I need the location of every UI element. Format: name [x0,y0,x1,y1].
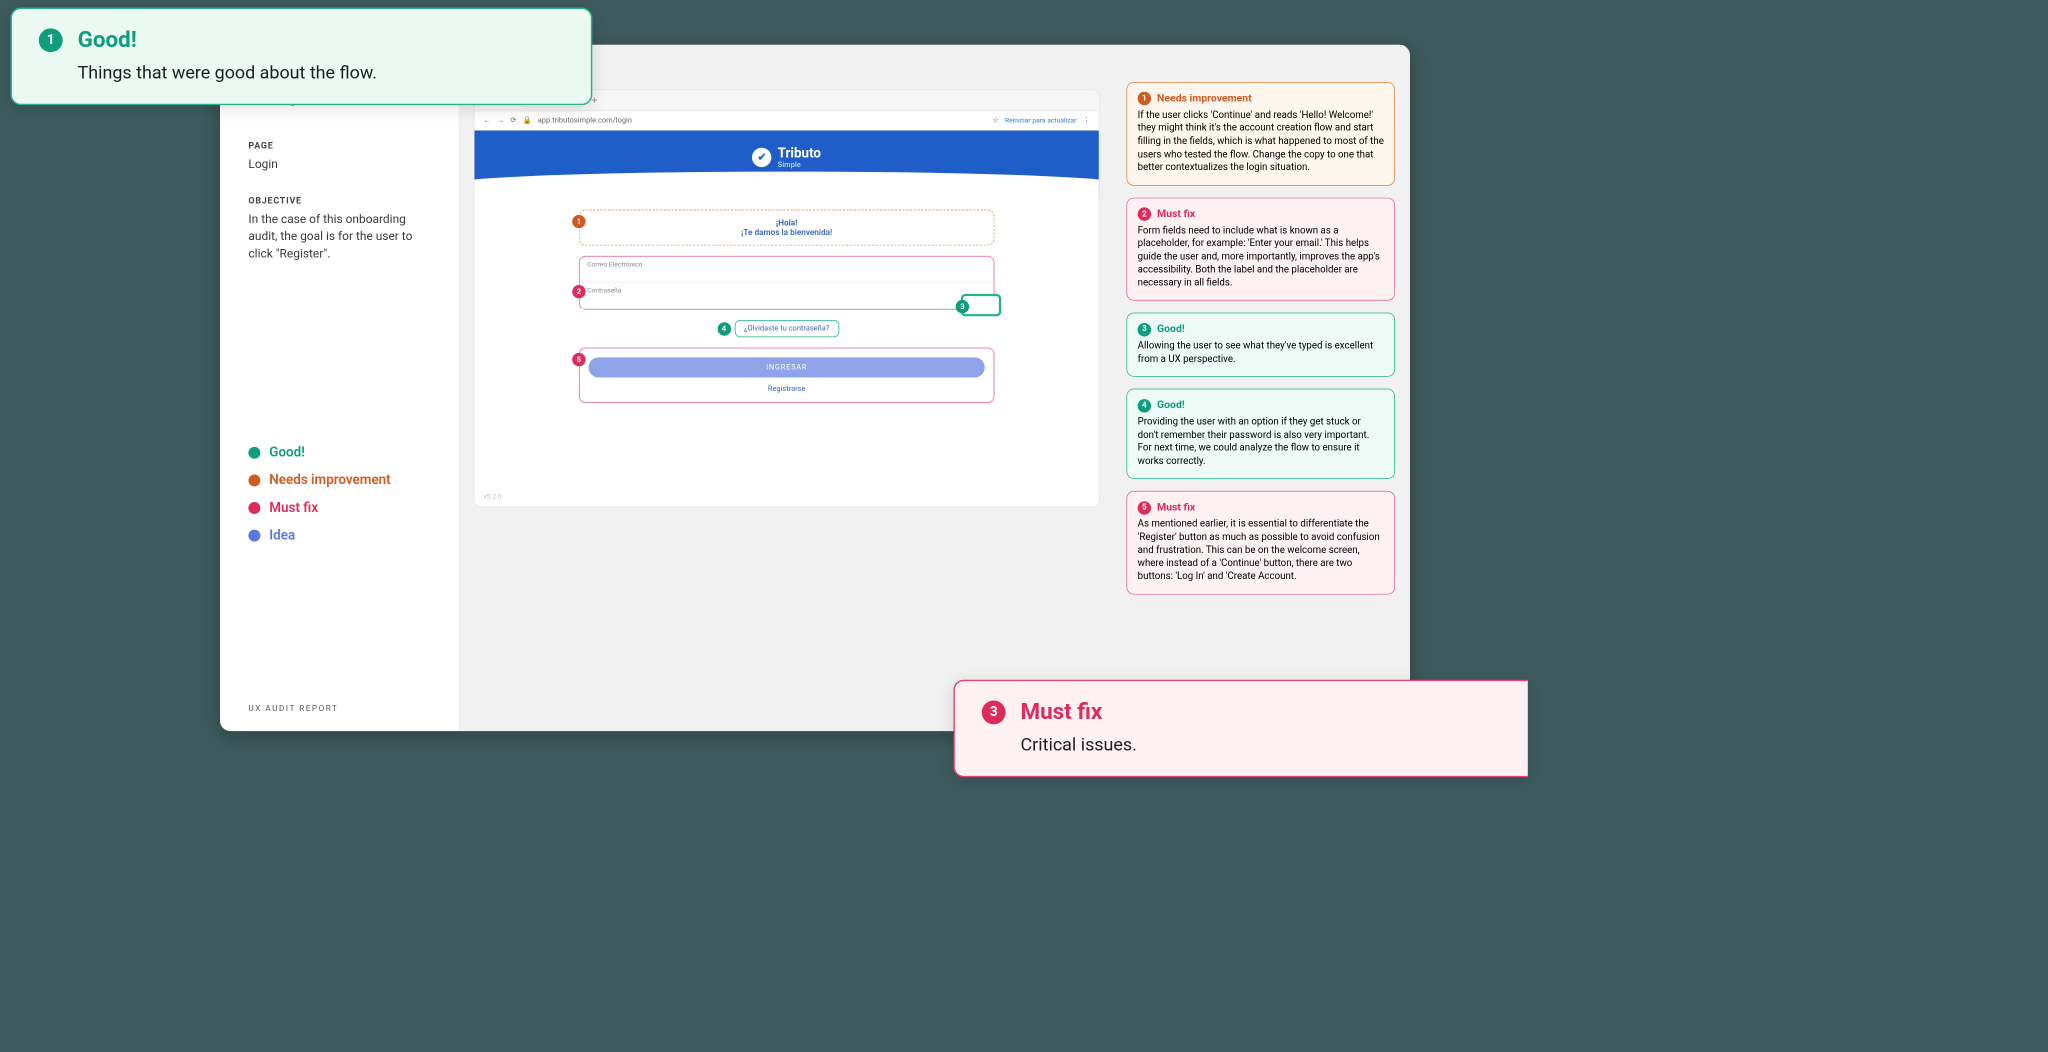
pin-1-icon: 1 [572,215,585,228]
note-1-num-icon: 1 [1138,92,1151,105]
pin-3-icon: 3 [956,300,969,313]
note-5-num-icon: 5 [1138,501,1151,514]
audit-document: UX/UI Audit Page Login Objective In the … [220,45,1410,731]
note-2-body: Form fields need to include what is know… [1138,224,1384,289]
new-tab-icon[interactable]: + [592,94,598,106]
legend-must: Must fix [248,500,436,516]
browser-screenshot: Tributo Simple + ← → ⟳ 🔒 app.tributosimp… [474,90,1100,508]
welcome-line1: ¡Hola! [587,218,986,228]
lock-icon: 🔒 [522,116,531,124]
objective-label: Objective [248,195,436,205]
forward-icon[interactable]: → [497,116,504,124]
login-button[interactable]: INGRESAR [589,357,985,377]
callout-must-num-icon: 3 [982,700,1006,724]
note-3-body: Allowing the user to see what they've ty… [1138,340,1384,366]
sidebar: UX/UI Audit Page Login Objective In the … [220,45,459,731]
callout-must-title: Must fix [1021,699,1103,725]
legend-idea: Idea [248,527,436,543]
forgot-password-link[interactable]: 4 ¿Olvidaste tu contraseña? [734,320,838,337]
page-label: Page [248,141,436,151]
page-value: Login [248,155,436,172]
note-4: 4 Good! Providing the user with an option… [1126,389,1395,479]
note-5-title: Must fix [1157,501,1195,515]
login-body: 1 ¡Hola! ¡Te damos la bienvenida! 2 Corr… [474,196,1098,413]
legend-idea-label: Idea [269,527,295,543]
callout-must: 3 Must fix Critical issues. [953,680,1527,778]
forgot-text: ¿Olvidaste tu contraseña? [744,325,829,333]
back-icon[interactable]: ← [483,116,490,124]
note-1: 1 Needs improvement If the user clicks 'C… [1126,82,1395,185]
callout-good: 1 Good! Things that were good about the … [10,7,592,105]
register-link[interactable]: Registrarse [589,385,985,393]
note-2-title: Must fix [1157,207,1195,221]
good-dot-icon [248,447,260,459]
notes-panel: 1 Needs improvement If the user clicks 'C… [1126,82,1395,716]
note-5: 5 Must fix As mentioned earlier, it is es… [1126,491,1395,594]
form-fields-box: 2 Correo Electrónico Contraseña 3 [579,256,995,310]
note-4-num-icon: 4 [1138,399,1151,412]
legend-needs-label: Needs improvement [269,472,390,488]
note-2-num-icon: 2 [1138,207,1151,220]
idea-dot-icon [248,529,260,541]
note-5-body: As mentioned earlier, it is essential to… [1138,518,1384,583]
note-2: 2 Must fix Form fields need to include wh… [1126,197,1395,300]
main-area: Tributo Simple + ← → ⟳ 🔒 app.tributosimp… [459,45,1410,731]
version-text: v5.2.0 [483,493,501,500]
legend: Good! Needs improvement Must fix Idea [248,433,436,555]
note-4-title: Good! [1157,399,1185,413]
brand-bottom: Simple [778,161,821,169]
legend-must-label: Must fix [269,500,318,516]
reload-icon[interactable]: ⟳ [510,116,516,124]
pin-4-icon: 4 [717,322,730,335]
url-text[interactable]: app.tributosimple.com/login [538,116,987,124]
note-3-title: Good! [1157,322,1185,336]
needs-dot-icon [248,474,260,486]
callout-must-body: Critical issues. [1021,734,1501,755]
legend-needs: Needs improvement [248,472,436,488]
welcome-line2: ¡Te damos la bienvenida! [587,228,986,238]
callout-good-title: Good! [78,27,137,53]
action-box: 5 INGRESAR Registrarse [579,348,995,403]
brand: ✔ Tributo Simple [752,145,821,169]
note-1-title: Needs improvement [1157,92,1252,106]
menu-icon[interactable]: ⋮ [1082,116,1089,124]
star-icon[interactable]: ☆ [992,116,999,124]
note-1-body: If the user clicks 'Continue' and reads … [1138,109,1384,174]
email-field[interactable]: Correo Electrónico [580,257,994,283]
welcome-box: 1 ¡Hola! ¡Te damos la bienvenida! [579,210,995,246]
pin-2-icon: 2 [572,285,585,298]
legend-good: Good! [248,445,436,461]
pin-5-icon: 5 [572,353,585,366]
footer-text: UX Audit Report [248,703,436,713]
legend-good-label: Good! [269,445,305,461]
note-3-num-icon: 3 [1138,323,1151,336]
note-4-body: Providing the user with an option if the… [1138,416,1384,468]
must-dot-icon [248,502,260,514]
browser-url-bar: ← → ⟳ 🔒 app.tributosimple.com/login ☆ Re… [474,111,1098,130]
brand-top: Tributo [778,145,821,161]
page-header: ✔ Tributo Simple [474,131,1098,197]
refresh-pill[interactable]: Reiniciar para actualizar [1005,117,1077,124]
callout-good-num-icon: 1 [39,28,63,52]
objective-value: In the case of this onboarding audit, th… [248,210,436,262]
brand-logo-icon: ✔ [752,148,771,167]
show-password-box[interactable]: 3 [961,294,1001,316]
note-3: 3 Good! Allowing the user to see what the… [1126,313,1395,377]
callout-good-body: Things that were good about the flow. [78,62,564,83]
password-field[interactable]: Contraseña [580,283,994,309]
